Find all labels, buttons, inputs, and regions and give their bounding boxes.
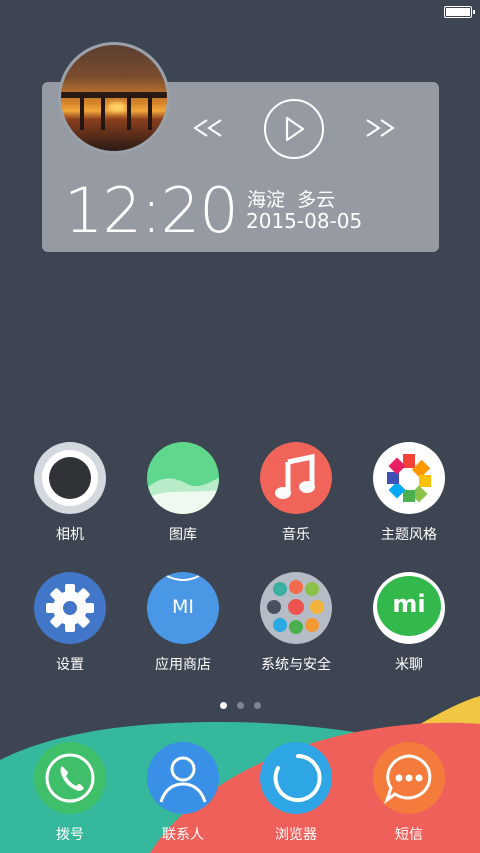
app-store[interactable]: MI 应用商店: [133, 572, 233, 674]
dock-phone[interactable]: 拨号: [20, 742, 120, 844]
app-store-icon: MI: [147, 572, 219, 644]
fast-forward-button[interactable]: [362, 114, 398, 142]
dock-browser[interactable]: 浏览器: [246, 742, 346, 844]
page-dot-2[interactable]: [236, 702, 244, 709]
app-settings[interactable]: 设置: [20, 572, 120, 674]
page-indicator[interactable]: [0, 702, 480, 709]
page-dot-1[interactable]: [219, 702, 227, 709]
settings-icon: [34, 572, 106, 644]
app-miliao[interactable]: mi 米聊: [359, 572, 459, 674]
browser-icon: [260, 742, 332, 814]
app-label: 相机: [56, 527, 84, 543]
theme-icon: [373, 442, 445, 514]
app-label: 系统与安全: [261, 657, 331, 673]
page-dot-3[interactable]: [253, 702, 261, 709]
app-label: 图库: [169, 527, 197, 543]
app-gallery[interactable]: 图库: [133, 442, 233, 544]
app-label: 设置: [56, 657, 84, 673]
album-art[interactable]: [58, 42, 170, 154]
rewind-icon: [193, 119, 222, 137]
miliao-icon: mi: [373, 572, 445, 644]
date-text: 2015-08-05: [246, 209, 363, 233]
contacts-icon: [147, 742, 219, 814]
miliao-badge: mi: [392, 590, 426, 618]
system-folder-icon: [260, 572, 332, 644]
app-music[interactable]: 音乐: [246, 442, 346, 544]
gallery-icon: [147, 442, 219, 514]
app-label: 浏览器: [275, 827, 317, 843]
app-system-security-folder[interactable]: 系统与安全: [246, 572, 346, 674]
app-label: 短信: [395, 827, 423, 843]
dock-contacts[interactable]: 联系人: [133, 742, 233, 844]
app-camera[interactable]: 相机: [20, 442, 120, 544]
play-button[interactable]: [264, 99, 324, 159]
dock-messages[interactable]: 短信: [359, 742, 459, 844]
play-icon: [285, 116, 305, 142]
rewind-button[interactable]: [190, 114, 226, 142]
camera-icon: [34, 442, 106, 514]
status-bar: [0, 0, 480, 26]
clock-time[interactable]: 12:20: [64, 176, 239, 246]
messages-icon: [373, 742, 445, 814]
app-label: 米聊: [395, 657, 423, 673]
app-themes[interactable]: 主题风格: [359, 442, 459, 544]
phone-icon: [34, 742, 106, 814]
app-store-badge: MI: [172, 596, 194, 618]
app-label: 应用商店: [155, 657, 211, 673]
app-label: 音乐: [282, 527, 310, 543]
sun-shape: [107, 102, 126, 113]
battery-icon: [444, 6, 475, 18]
fast-forward-icon: [366, 119, 395, 137]
app-label: 主题风格: [381, 527, 437, 543]
music-icon: [260, 442, 332, 514]
app-label: 拨号: [56, 827, 84, 843]
app-label: 联系人: [162, 827, 204, 843]
